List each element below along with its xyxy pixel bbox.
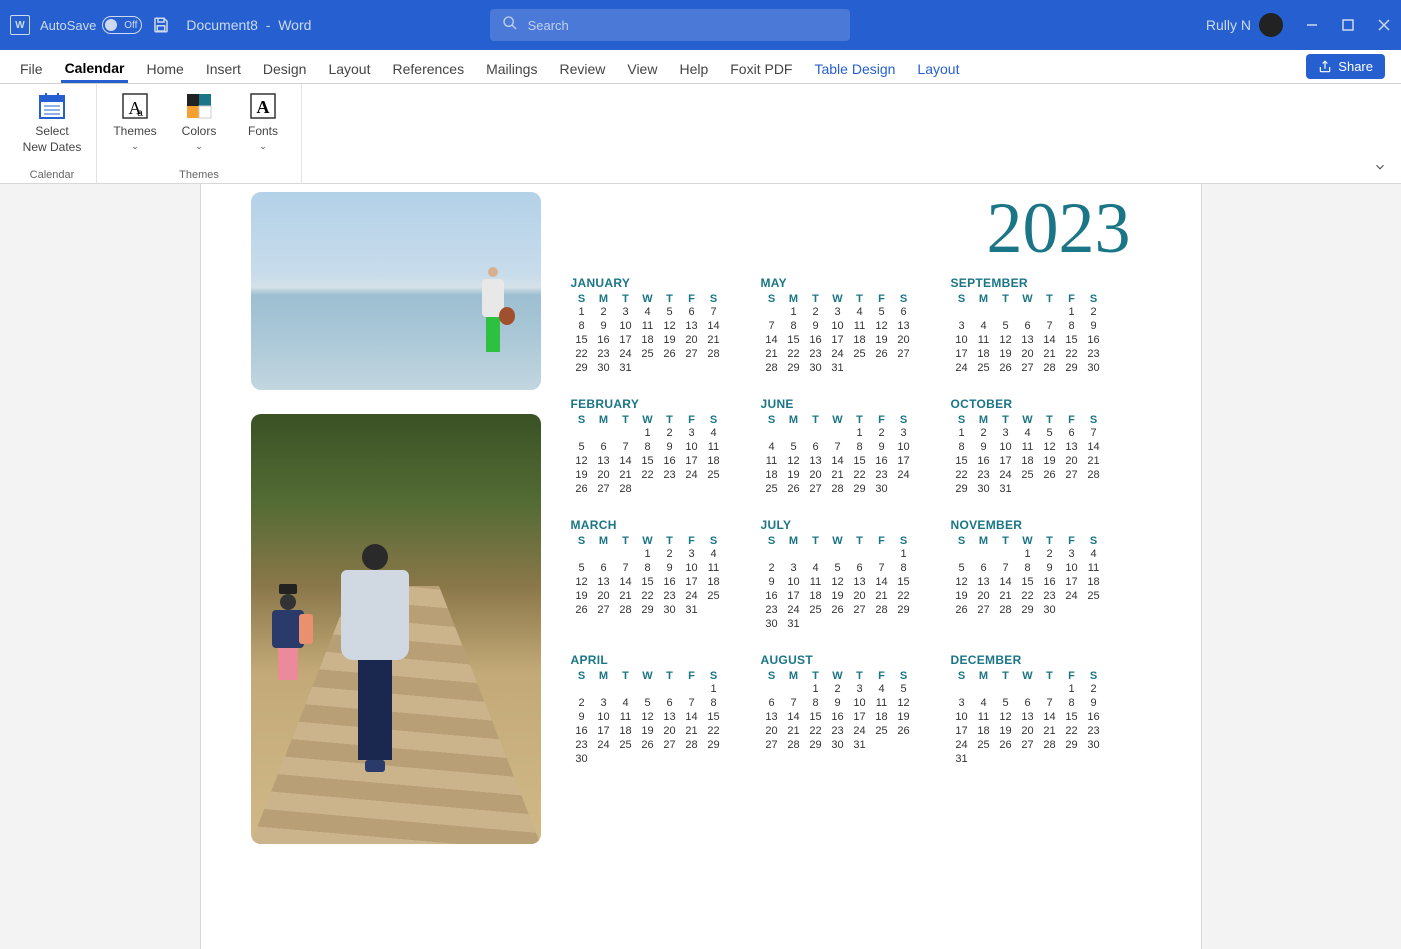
document-page[interactable]: 2023 JANUARYSMTWTFS123456789101112131415… bbox=[201, 184, 1201, 949]
ribbon-tabs: File Calendar Home Insert Design Layout Refere… bbox=[0, 50, 1401, 84]
svg-text:A: A bbox=[257, 97, 270, 117]
tab-help[interactable]: Help bbox=[675, 55, 712, 83]
ribbon-fonts[interactable]: AFonts⌄ bbox=[233, 88, 293, 152]
month-august: AUGUSTSMTWTFS..1234567891011121314151617… bbox=[761, 653, 951, 766]
tab-home[interactable]: Home bbox=[142, 55, 187, 83]
calendar-section: 2023 JANUARYSMTWTFS123456789101112131415… bbox=[571, 192, 1151, 949]
title-bar: W AutoSave Off Document8 - Word Search R… bbox=[0, 0, 1401, 50]
month-june: JUNESMTWTFS....1234567891011121314151617… bbox=[761, 397, 951, 496]
document-title: Document8 - Word bbox=[186, 17, 311, 33]
tab-table-design[interactable]: Table Design bbox=[810, 55, 899, 83]
tab-layout[interactable]: Layout bbox=[324, 55, 374, 83]
month-february: FEBRUARYSMTWTFS...1234567891011121314151… bbox=[571, 397, 761, 496]
themes-icon: Aa bbox=[119, 90, 151, 122]
ribbon-themes[interactable]: AaThemes⌄ bbox=[105, 88, 165, 152]
month-september: SEPTEMBERSMTWTFS.....1234567891011121314… bbox=[951, 276, 1141, 375]
ribbon-select[interactable]: SelectNew Dates bbox=[16, 88, 88, 155]
user-account[interactable]: Rully N bbox=[1206, 13, 1283, 37]
save-icon[interactable] bbox=[152, 16, 170, 34]
chevron-down-icon: ⌄ bbox=[195, 141, 203, 153]
tab-calendar[interactable]: Calendar bbox=[61, 54, 129, 83]
ribbon-collapse-icon[interactable] bbox=[1373, 160, 1387, 177]
tab-layout[interactable]: Layout bbox=[913, 55, 963, 83]
tab-references[interactable]: References bbox=[389, 55, 469, 83]
search-box[interactable]: Search bbox=[490, 9, 850, 41]
month-march: MARCHSMTWTFS...1234567891011121314151617… bbox=[571, 518, 761, 631]
fonts-icon: A bbox=[247, 90, 279, 122]
colors-icon bbox=[183, 90, 215, 122]
photo-column bbox=[251, 192, 541, 949]
share-button[interactable]: Share bbox=[1306, 54, 1385, 79]
ribbon: SelectNew DatesCalendarAaThemes⌄Colors⌄A… bbox=[0, 84, 1401, 184]
search-icon bbox=[502, 15, 518, 36]
calendar-icon bbox=[36, 90, 68, 122]
tab-review[interactable]: Review bbox=[555, 55, 609, 83]
autosave-label: AutoSave bbox=[40, 18, 96, 33]
month-april: APRILSMTWTFS......1234567891011121314151… bbox=[571, 653, 761, 766]
photo-boardwalk[interactable] bbox=[251, 414, 541, 844]
month-july: JULYSMTWTFS......12345678910111213141516… bbox=[761, 518, 951, 631]
tab-insert[interactable]: Insert bbox=[202, 55, 245, 83]
ribbon-group-label: Themes bbox=[179, 169, 219, 181]
month-may: MAYSMTWTFS.12345678910111213141516171819… bbox=[761, 276, 951, 375]
close-button[interactable] bbox=[1377, 18, 1391, 32]
tab-foxit-pdf[interactable]: Foxit PDF bbox=[726, 55, 796, 83]
minimize-button[interactable] bbox=[1305, 18, 1319, 32]
chevron-down-icon: ⌄ bbox=[259, 141, 267, 153]
svg-text:a: a bbox=[137, 108, 143, 119]
month-november: NOVEMBERSMTWTFS...1234567891011121314151… bbox=[951, 518, 1141, 631]
tab-design[interactable]: Design bbox=[259, 55, 311, 83]
avatar bbox=[1259, 13, 1283, 37]
autosave-toggle[interactable]: AutoSave Off bbox=[40, 16, 142, 34]
toggle-switch[interactable]: Off bbox=[102, 16, 142, 34]
tab-view[interactable]: View bbox=[623, 55, 661, 83]
tab-file[interactable]: File bbox=[16, 55, 47, 83]
chevron-down-icon: ⌄ bbox=[131, 141, 139, 153]
photo-beach[interactable] bbox=[251, 192, 541, 390]
maximize-button[interactable] bbox=[1341, 18, 1355, 32]
month-january: JANUARYSMTWTFS12345678910111213141516171… bbox=[571, 276, 761, 375]
ribbon-group-label: Calendar bbox=[30, 169, 75, 181]
month-december: DECEMBERSMTWTFS.....12345678910111213141… bbox=[951, 653, 1141, 766]
calendar-year: 2023 bbox=[571, 192, 1151, 264]
month-october: OCTOBERSMTWTFS12345678910111213141516171… bbox=[951, 397, 1141, 496]
word-app-icon: W bbox=[10, 15, 30, 35]
ribbon-colors[interactable]: Colors⌄ bbox=[169, 88, 229, 152]
tab-mailings[interactable]: Mailings bbox=[482, 55, 541, 83]
months-grid: JANUARYSMTWTFS12345678910111213141516171… bbox=[571, 276, 1151, 766]
ribbon-group-calendar: SelectNew Dates Calendar bbox=[8, 84, 97, 183]
document-workspace: 2023 JANUARYSMTWTFS123456789101112131415… bbox=[0, 184, 1401, 949]
ribbon-group-themes: AaThemes⌄Colors⌄AFonts⌄ Themes bbox=[97, 84, 302, 183]
search-placeholder: Search bbox=[528, 18, 569, 33]
